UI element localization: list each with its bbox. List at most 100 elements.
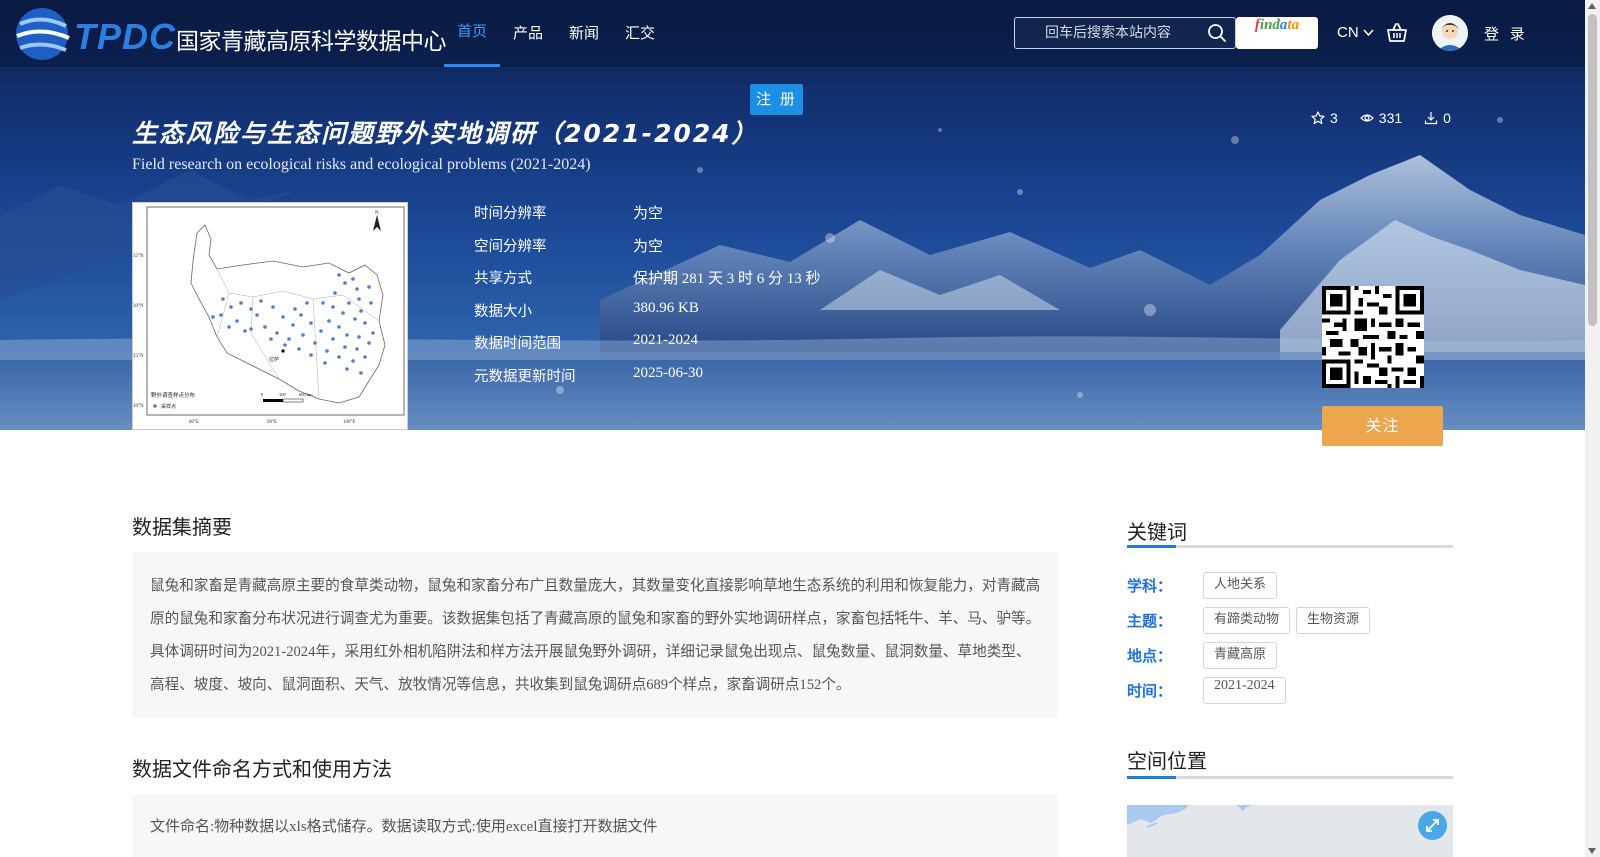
meta-value: 保护期 281 天 3 时 6 分 13 秒	[633, 271, 821, 287]
star-icon	[1311, 111, 1325, 125]
meta-label: 元数据更新时间	[474, 368, 576, 385]
abstract-text: 鼠兔和家畜是青藏高原主要的食草类动物，鼠兔和家畜分布广且数量庞大，其数量变化直接…	[132, 552, 1058, 718]
keyword-row-subject: 学科： 人地关系	[1127, 572, 1283, 599]
findata-letter: ta	[1287, 17, 1300, 33]
meta-value: 为空	[633, 206, 664, 222]
dataset-stats: 3 331 0	[1311, 110, 1451, 126]
meta-label: 数据大小	[474, 303, 532, 320]
findata-letter: ind	[1259, 17, 1280, 33]
keyword-label: 学科：	[1127, 577, 1173, 595]
logo-abbreviation: TPDC	[74, 16, 176, 57]
views-stat: 331	[1359, 110, 1403, 126]
nav-submit[interactable]: 汇交	[612, 0, 668, 67]
meta-value: 为空	[633, 238, 664, 255]
download-icon	[1425, 112, 1438, 125]
keyword-label: 主题：	[1127, 612, 1173, 630]
location-title: 空间位置	[1127, 749, 1207, 773]
qr-code	[1322, 286, 1424, 388]
keyword-tag[interactable]: 2021-2024	[1203, 677, 1286, 704]
dataset-title-en: Field research on ecological risks and e…	[132, 156, 591, 173]
search-icon[interactable]	[1207, 23, 1227, 43]
logo-name: 国家青藏高原科学数据中心	[176, 29, 447, 55]
keyword-label: 地点：	[1127, 647, 1173, 665]
login-link[interactable]: 登 录	[1484, 23, 1528, 44]
legend-title: 野外调查样点分布	[151, 391, 196, 399]
globe-logo-icon	[16, 8, 70, 60]
user-avatar-icon	[1432, 15, 1468, 51]
lat-label: 25°N	[133, 354, 144, 359]
search-input[interactable]	[1045, 18, 1205, 48]
views-count: 331	[1378, 110, 1403, 126]
nav-products[interactable]: 产品	[500, 0, 556, 67]
map-tiles	[1127, 805, 1453, 857]
naming-text: 文件命名:物种数据以xls格式储存。数据读取方式:使用excel直接打开数据文件	[132, 795, 1058, 857]
meta-row: 空间分辨率 为空	[474, 235, 821, 268]
scroll-up-icon[interactable]	[1588, 3, 1596, 9]
dataset-thumbnail[interactable]: 拉萨 N 35°N 30°N 25°N 20°N 80°E 90°E 100°E…	[132, 202, 408, 430]
keyword-row-time: 时间： 2021-2024	[1127, 677, 1292, 704]
lon-label: 90°E	[267, 420, 277, 425]
meta-value: 380.96 KB	[633, 299, 699, 316]
keyword-tag[interactable]: 人地关系	[1203, 572, 1278, 599]
meta-label: 数据时间范围	[474, 336, 561, 352]
keyword-tag[interactable]: 有蹄类动物	[1203, 607, 1291, 634]
meta-label: 空间分辨率	[474, 238, 547, 255]
keyword-tag[interactable]: 生物资源	[1296, 607, 1371, 634]
site-logo[interactable]: TPDC 国家青藏高原科学数据中心	[14, 4, 447, 64]
meta-row: 数据时间范围 2021-2024	[474, 332, 821, 365]
search-box	[1014, 17, 1236, 49]
keywords-divider	[1127, 545, 1453, 548]
lat-label: 30°N	[133, 304, 144, 309]
meta-label: 时间分辨率	[474, 206, 547, 222]
avatar[interactable]	[1432, 15, 1468, 51]
meta-value: 2025-06-30	[633, 364, 703, 381]
meta-label: 共享方式	[474, 271, 532, 287]
meta-row: 时间分辨率 为空	[474, 202, 821, 235]
findata-link[interactable]: findata	[1236, 17, 1318, 49]
meta-row: 共享方式 保护期 281 天 3 时 6 分 13 秒	[474, 267, 821, 300]
cart-icon[interactable]	[1386, 22, 1408, 44]
expand-icon	[1426, 819, 1439, 832]
lat-label: 20°N	[133, 404, 144, 409]
nav-news[interactable]: 新闻	[556, 0, 612, 67]
city-label: 拉萨	[269, 356, 279, 363]
top-header: TPDC 国家青藏高原科学数据中心 首页 产品 新闻 汇交 findata CN	[0, 0, 1585, 67]
keyword-row-place: 地点： 青藏高原	[1127, 642, 1283, 669]
downloads-stat: 0	[1424, 110, 1451, 126]
scroll-down-icon[interactable]	[1588, 848, 1596, 854]
follow-button[interactable]: 关注	[1322, 406, 1443, 446]
scale-label: 300	[279, 392, 287, 397]
expand-map-button[interactable]	[1418, 811, 1447, 840]
north-label: N	[375, 211, 379, 216]
lon-label: 80°E	[189, 420, 199, 425]
meta-row: 数据大小 380.96 KB	[474, 300, 821, 333]
legend-item: 采样点	[161, 403, 176, 410]
scroll-thumb[interactable]	[1588, 14, 1597, 326]
lat-label: 35°N	[133, 254, 144, 259]
keyword-row-theme: 主题： 有蹄类动物 生物资源	[1127, 607, 1376, 634]
dataset-metadata: 时间分辨率 为空 空间分辨率 为空 共享方式 保护期 281 天 3 时 6 分…	[474, 202, 821, 397]
keyword-tag[interactable]: 青藏高原	[1203, 642, 1278, 669]
register-button[interactable]: 注 册	[750, 84, 803, 115]
sample-distribution-map: 拉萨 N 35°N 30°N 25°N 20°N 80°E 90°E 100°E…	[133, 206, 405, 425]
naming-title: 数据文件命名方式和使用方法	[132, 757, 392, 781]
eye-icon	[1359, 114, 1374, 122]
downloads-count: 0	[1443, 110, 1451, 126]
language-switch[interactable]: CN	[1337, 22, 1374, 44]
main-nav: 首页 产品 新闻 汇交	[444, 0, 668, 67]
lon-label: 100°E	[343, 420, 356, 425]
keywords-title: 关键词	[1127, 520, 1187, 544]
meta-row: 元数据更新时间 2025-06-30	[474, 365, 821, 398]
chevron-down-icon	[1363, 29, 1374, 37]
scale-label: 600 km	[299, 392, 313, 397]
vertical-scrollbar[interactable]	[1585, 0, 1600, 857]
language-label: CN	[1337, 24, 1359, 41]
location-divider	[1127, 776, 1453, 779]
dataset-title-cn: 生态风险与生态问题野外实地调研（2021-2024）	[132, 119, 759, 148]
location-map[interactable]	[1127, 805, 1453, 857]
keyword-label: 时间：	[1127, 682, 1173, 700]
favorites-count: 3	[1330, 110, 1338, 126]
favorites-stat[interactable]: 3	[1311, 110, 1338, 126]
meta-value: 2021-2024	[633, 332, 698, 348]
nav-home[interactable]: 首页	[444, 0, 501, 67]
